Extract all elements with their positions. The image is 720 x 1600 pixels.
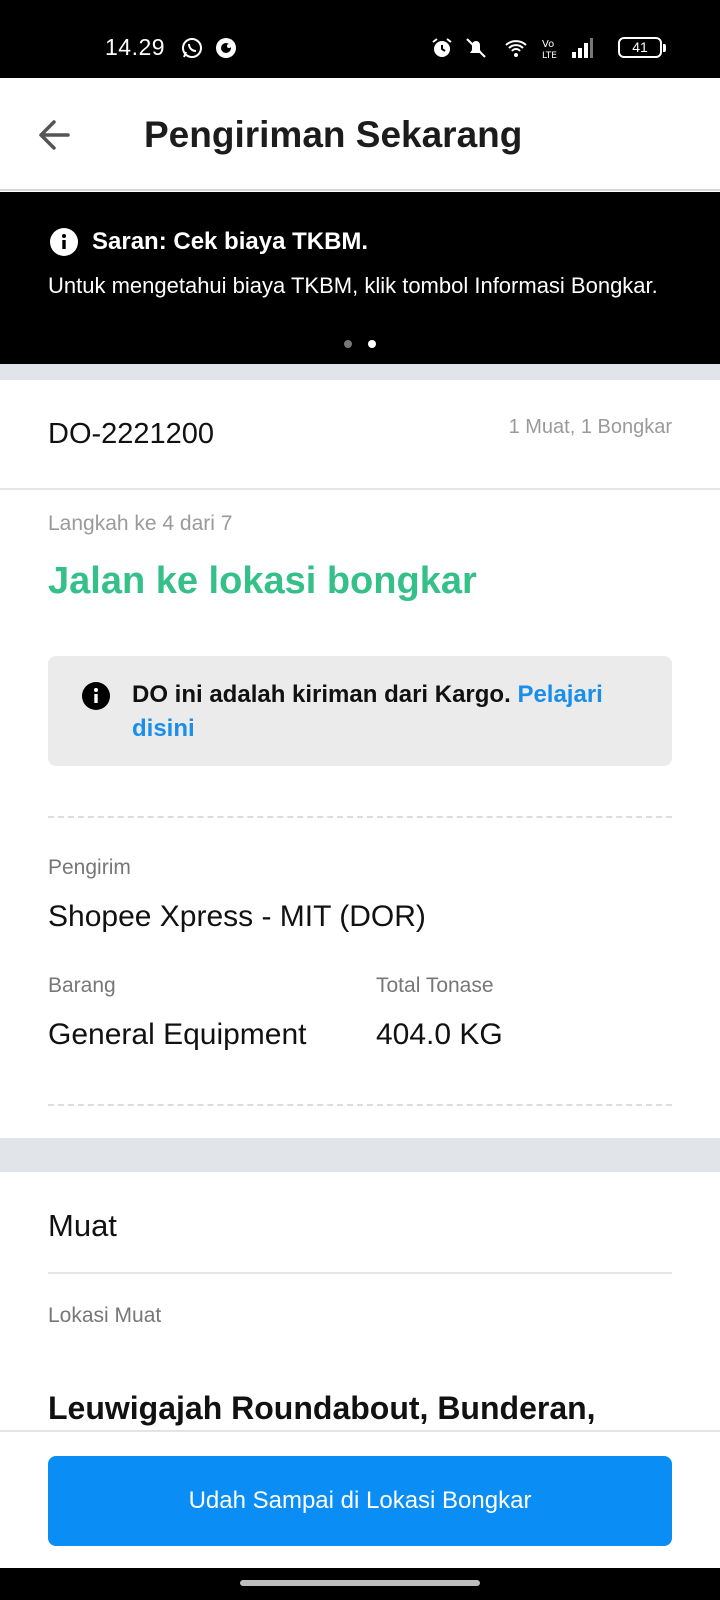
svg-text:LTE: LTE [542, 51, 557, 60]
info-icon [82, 682, 110, 710]
carousel-dot-2-active[interactable] [368, 340, 376, 348]
divider [0, 488, 720, 490]
wifi-icon [505, 40, 527, 57]
app-header: Pengiriman Sekarang [0, 78, 720, 191]
cargo-info-box: DO ini adalah kiriman dari Kargo. Pelaja… [48, 656, 672, 766]
signal-icon [572, 38, 593, 58]
battery-icon: 41 [618, 37, 666, 58]
step-title: Jalan ke lokasi bongkar [48, 560, 477, 602]
tip-banner[interactable]: Saran: Cek biaya TKBM. Untuk mengetahui … [0, 192, 720, 364]
banner-title: Saran: Cek biaya TKBM. [92, 228, 369, 255]
status-time: 14.29 [105, 34, 166, 60]
home-indicator[interactable] [240, 1580, 480, 1586]
arrived-at-unload-button[interactable]: Udah Sampai di Lokasi Bongkar [48, 1456, 672, 1546]
system-nav-bar [0, 1568, 720, 1600]
cargo-info-text: DO ini adalah kiriman dari Kargo. Pelaja… [132, 678, 652, 746]
shipper-label: Pengirim [48, 856, 131, 879]
carousel-dot-1[interactable] [344, 340, 352, 348]
load-unload-summary: 1 Muat, 1 Bongkar [508, 416, 672, 438]
section-separator [0, 1138, 720, 1172]
load-section-title: Muat [48, 1208, 117, 1243]
whatsapp-icon [182, 38, 202, 58]
tonnage-label: Total Tonase [376, 974, 494, 997]
vibrate-off-icon [466, 38, 486, 58]
info-icon [50, 228, 78, 256]
cargo-info-message: DO ini adalah kiriman dari Kargo. [132, 681, 511, 708]
goods-label: Barang [48, 974, 116, 997]
bottom-action-bar: Udah Sampai di Lokasi Bongkar [0, 1430, 720, 1570]
dashed-divider [48, 816, 672, 818]
volte-icon: VoLTE [542, 39, 557, 60]
dashed-divider [48, 1104, 672, 1106]
page-title: Pengiriman Sekarang [144, 114, 523, 155]
section-separator [0, 364, 720, 380]
step-label: Langkah ke 4 dari 7 [48, 512, 233, 535]
load-location-address: Leuwigajah Roundabout, Bunderan, [48, 1390, 596, 1426]
delivery-order-id: DO-2221200 [48, 418, 215, 450]
notification-app-icon [216, 38, 236, 58]
back-arrow-icon[interactable] [32, 112, 78, 158]
status-bar: 14.29 Vo LTE 41 [0, 0, 720, 78]
svg-text:Vo: Vo [542, 39, 554, 50]
goods-value: General Equipment [48, 1018, 307, 1051]
shipper-value: Shopee Xpress - MIT (DOR) [48, 900, 426, 933]
banner-text: Untuk mengetahui biaya TKBM, klik tombol… [48, 273, 658, 298]
load-location-label: Lokasi Muat [48, 1304, 162, 1327]
divider [48, 1272, 672, 1274]
tonnage-value: 404.0 KG [376, 1018, 503, 1051]
alarm-icon [432, 38, 452, 57]
